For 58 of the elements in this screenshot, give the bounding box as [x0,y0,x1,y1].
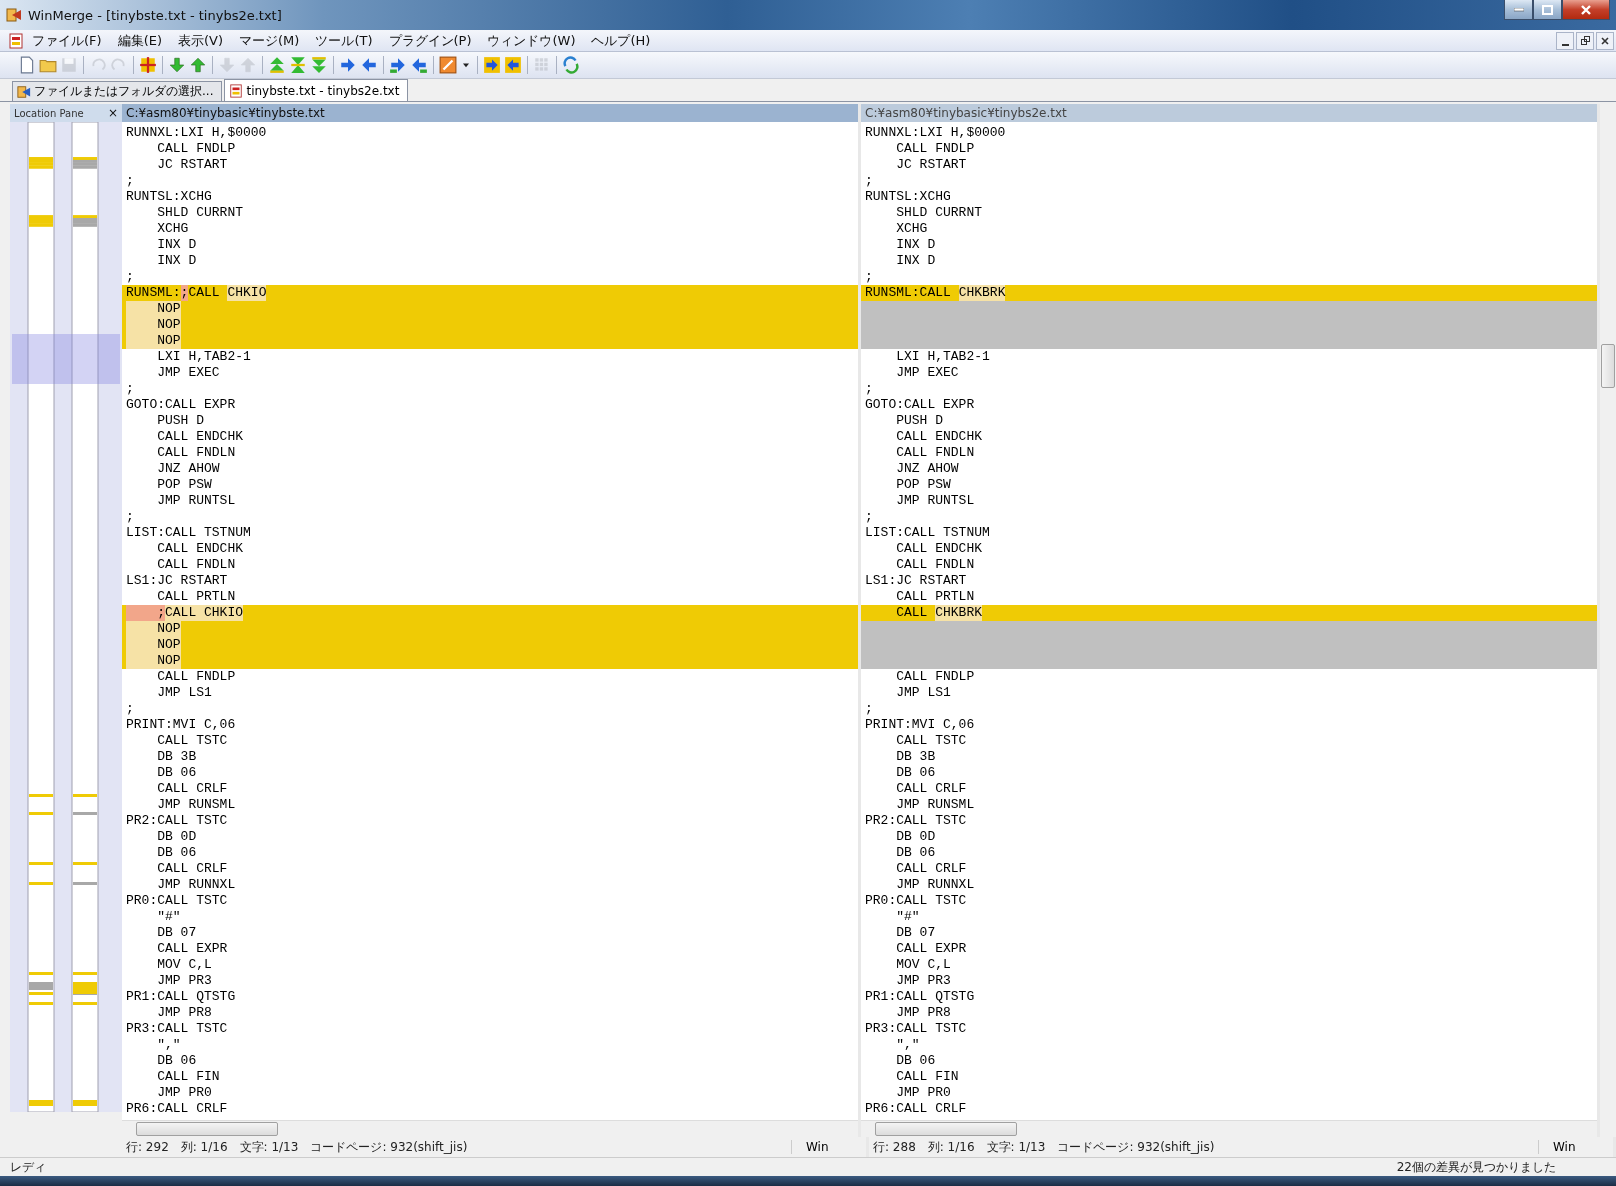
close-icon [1601,36,1609,45]
menu-item[interactable]: プラグイン(P) [380,30,480,51]
file-path-header: C:¥asm80¥tinybasic¥tinybste.txt [122,104,858,122]
app-icon [17,84,31,99]
line-ending-text: Win [791,1140,866,1154]
status-text: 行: 288 [873,1138,916,1156]
pane-title: Location Pane [14,107,84,119]
maximize-icon [1542,4,1553,15]
minimize-icon [1513,7,1524,12]
menu-item[interactable]: ツール(T) [307,30,381,51]
status-text: 行: 292 [126,1138,169,1156]
menu-item[interactable]: マージ(M) [231,30,308,51]
status-text: 列: 1/16 [927,1138,975,1156]
minimize-button[interactable] [1504,0,1533,20]
file-path-header: C:¥asm80¥tinybasic¥tinybs2e.txt [861,104,1597,122]
right-arrow-icon[interactable] [389,56,407,74]
status-text: レディ [10,1158,46,1176]
close-button[interactable] [1596,31,1614,50]
refresh-icon[interactable] [562,56,580,74]
horizontal-scrollbar[interactable] [861,1120,1597,1137]
status-text: 文字: 1/13 [239,1138,299,1156]
close-button[interactable]: × [107,106,118,120]
menu-item[interactable]: ウィンドウ(W) [479,30,584,51]
menu-item[interactable]: 表示(V) [170,30,232,51]
status-text: コードページ: 932(shift_jis) [310,1138,468,1156]
up-arrows-icon[interactable] [268,56,286,74]
restore-button[interactable] [1576,31,1594,50]
line-ending-text: Win [1538,1140,1613,1154]
status-text: 列: 1/16 [180,1138,228,1156]
left-arrow-icon[interactable] [360,56,378,74]
down-arrow-icon[interactable] [168,56,186,74]
tab[interactable]: ファイルまたはフォルダの選択... [12,81,223,101]
page-icon[interactable] [18,56,36,74]
close-button[interactable] [1562,0,1610,20]
left-arrow-icon[interactable] [410,56,428,74]
hourglass-arrows-icon[interactable] [289,56,307,74]
right-arrow-icon[interactable] [339,56,357,74]
up-arrow-icon[interactable] [189,56,207,74]
status-text: コードページ: 932(shift_jis) [1057,1138,1215,1156]
split-page-icon[interactable] [139,56,157,74]
restore-icon [1580,36,1590,45]
window-title: WinMerge - [tinybste.txt - tinybs2e.txt] [28,7,283,23]
close-icon [1580,4,1592,15]
tab[interactable]: tinybste.txt - tinybs2e.txt [224,79,409,101]
status-text: 文字: 1/13 [986,1138,1046,1156]
minimize-button[interactable] [1556,31,1574,50]
app-icon [6,7,22,23]
previous-file-icon[interactable] [504,56,522,74]
document-icon[interactable] [8,32,24,49]
down-arrows-icon[interactable] [310,56,328,74]
next-file-icon[interactable] [483,56,501,74]
menu-item[interactable]: ヘルプ(H) [583,30,659,51]
maximize-button[interactable] [1533,0,1562,20]
menu-item[interactable]: ファイル(F) [24,30,110,51]
document-icon [229,83,244,98]
minimize-icon [1561,43,1569,46]
menu-item[interactable]: 編集(E) [109,30,170,51]
status-message: 22個の差異が見つかりました [1396,1158,1556,1176]
